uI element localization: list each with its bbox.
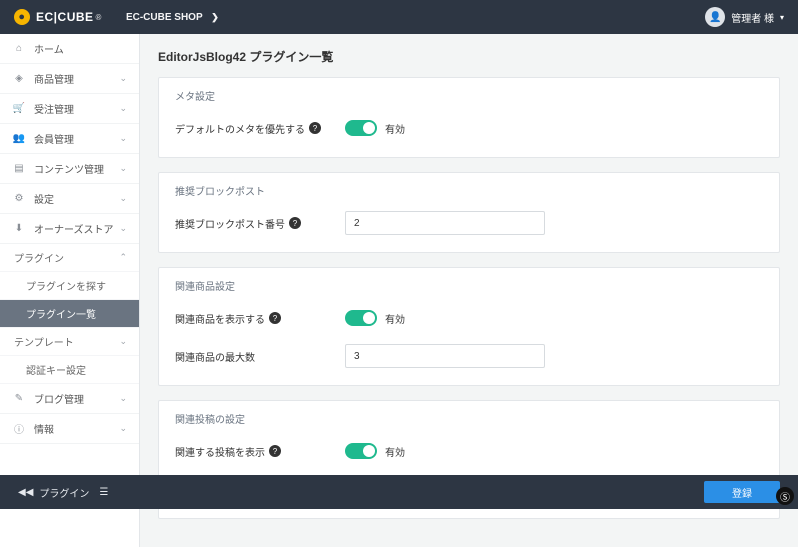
page-title: EditorJsBlog42 プラグイン一覧 <box>158 48 780 65</box>
list-icon[interactable]: ☰ <box>99 487 108 498</box>
info-icon: ⓘ <box>12 421 26 436</box>
settings-card-2: 関連商品設定関連商品を表示する? 有効関連商品の最大数 <box>158 267 780 386</box>
settings-card-1: 推奨ブロックポスト推奨ブロックポスト番号? <box>158 172 780 253</box>
tag-icon: ◈ <box>12 73 26 84</box>
sidebar-extra-0[interactable]: ✎ ブログ管理 ⌄ <box>0 384 139 414</box>
sidebar-sub-2[interactable]: プラグイン一覧 <box>0 300 139 328</box>
sidebar-item-6[interactable]: ⬇ オーナーズストア ⌄ <box>0 214 139 244</box>
sidebar-sub-label: テンプレート <box>14 334 74 349</box>
sidebar-item-label: ホーム <box>34 41 64 56</box>
user-menu[interactable]: 👤 管理者 様 ▾ <box>705 7 784 27</box>
setting-row: 推奨ブロックポスト番号? <box>175 208 763 238</box>
sidebar-sub-label: プラグイン <box>14 250 64 265</box>
chevron-down-icon: ⌄ <box>119 73 127 84</box>
card-heading: 関連商品設定 <box>175 278 763 293</box>
store-icon: ⬇ <box>12 223 26 234</box>
settings-card-0: メタ設定デフォルトのメタを優先する? 有効 <box>158 77 780 158</box>
sidebar-item-label: 受注管理 <box>34 101 74 116</box>
help-icon[interactable]: ? <box>269 312 281 324</box>
brand-text-1: EC <box>36 10 54 24</box>
chevron-down-icon: ⌄ <box>119 423 127 434</box>
card-heading: 関連投稿の設定 <box>175 411 763 426</box>
setting-label: 関連商品の最大数 <box>175 349 345 364</box>
card-heading: 推奨ブロックポスト <box>175 183 763 198</box>
sidebar-item-0[interactable]: ⌂ ホーム <box>0 34 139 64</box>
shop-name: EC-CUBE SHOP <box>126 12 203 23</box>
shop-switcher[interactable]: EC-CUBE SHOP ❯ <box>126 12 219 23</box>
chevron-right-icon: ❯ <box>211 12 219 22</box>
gear-icon: ⚙ <box>12 193 26 204</box>
sidebar-sub-label: 認証キー設定 <box>26 362 86 377</box>
brand-text-2: CUBE <box>58 10 94 24</box>
sidebar-extra-1[interactable]: ⓘ 情報 ⌄ <box>0 414 139 444</box>
chevron-down-icon: ⌄ <box>119 336 127 347</box>
sidebar-sub-1[interactable]: プラグインを探す <box>0 272 139 300</box>
users-icon: 👥 <box>12 133 26 144</box>
brand-logo: ● EC | CUBE ® <box>14 9 102 25</box>
logo-mark-icon: ● <box>14 9 30 25</box>
help-icon[interactable]: ? <box>269 445 281 457</box>
setting-row: 関連する投稿を表示? 有効 <box>175 436 763 466</box>
pen-icon: ✎ <box>12 393 26 404</box>
sidebar-item-label: ブログ管理 <box>34 391 84 406</box>
sidebar-sub-4[interactable]: 認証キー設定 <box>0 356 139 384</box>
back-to-plugins[interactable]: ◀◀ プラグイン <box>18 485 89 500</box>
toggle-state-label: 有効 <box>385 444 405 459</box>
number-input[interactable] <box>345 344 545 368</box>
sidebar-item-2[interactable]: 🛒 受注管理 ⌄ <box>0 94 139 124</box>
rewind-icon: ◀◀ <box>18 487 33 498</box>
sidebar-item-label: 会員管理 <box>34 131 74 146</box>
sidebar-sub-0[interactable]: プラグイン ⌃ <box>0 244 139 272</box>
sidebar-sub-label: プラグインを探す <box>26 278 106 293</box>
sidebar-item-label: 情報 <box>34 421 54 436</box>
toggle-switch[interactable] <box>345 310 377 326</box>
card-heading: メタ設定 <box>175 88 763 103</box>
help-icon[interactable]: ? <box>289 217 301 229</box>
cart-icon: 🛒 <box>12 103 26 114</box>
setting-row: 関連商品の最大数 <box>175 341 763 371</box>
setting-label: 関連商品を表示する? <box>175 311 345 326</box>
chevron-down-icon: ⌄ <box>119 193 127 204</box>
toggle-state-label: 有効 <box>385 311 405 326</box>
user-label: 管理者 様 <box>731 10 774 25</box>
setting-label: デフォルトのメタを優先する? <box>175 121 345 136</box>
sidebar-item-4[interactable]: ▤ コンテンツ管理 ⌄ <box>0 154 139 184</box>
chevron-up-icon: ⌃ <box>119 252 127 263</box>
setting-row: 関連商品を表示する? 有効 <box>175 303 763 333</box>
caret-down-icon: ▾ <box>780 13 784 22</box>
help-icon[interactable]: ? <box>309 122 321 134</box>
sidebar-item-label: 設定 <box>34 191 54 206</box>
toggle-switch[interactable] <box>345 443 377 459</box>
chevron-down-icon: ⌄ <box>119 163 127 174</box>
setting-label: 推奨ブロックポスト番号? <box>175 216 345 231</box>
chevron-down-icon: ⌄ <box>119 103 127 114</box>
sidebar-item-label: 商品管理 <box>34 71 74 86</box>
home-icon: ⌂ <box>12 43 26 54</box>
sidebar-item-5[interactable]: ⚙ 設定 ⌄ <box>0 184 139 214</box>
setting-label: 関連する投稿を表示? <box>175 444 345 459</box>
sidebar-item-3[interactable]: 👥 会員管理 ⌄ <box>0 124 139 154</box>
avatar-icon: 👤 <box>705 7 725 27</box>
number-input[interactable] <box>345 211 545 235</box>
sidebar-sub-3[interactable]: テンプレート ⌄ <box>0 328 139 356</box>
toggle-switch[interactable] <box>345 120 377 136</box>
chevron-down-icon: ⌄ <box>119 393 127 404</box>
save-button[interactable]: 登録 <box>704 481 780 503</box>
back-label: プラグイン <box>39 485 89 500</box>
symfony-badge-icon[interactable]: Ⓢ <box>776 487 794 505</box>
setting-row: デフォルトのメタを優先する? 有効 <box>175 113 763 143</box>
file-icon: ▤ <box>12 163 26 174</box>
sidebar-item-1[interactable]: ◈ 商品管理 ⌄ <box>0 64 139 94</box>
brand-text-suffix: ® <box>96 13 102 22</box>
toggle-state-label: 有効 <box>385 121 405 136</box>
sidebar-sub-label: プラグイン一覧 <box>26 306 96 321</box>
sidebar-item-label: オーナーズストア <box>34 221 114 236</box>
sidebar-item-label: コンテンツ管理 <box>34 161 104 176</box>
chevron-down-icon: ⌄ <box>119 223 127 234</box>
chevron-down-icon: ⌄ <box>119 133 127 144</box>
